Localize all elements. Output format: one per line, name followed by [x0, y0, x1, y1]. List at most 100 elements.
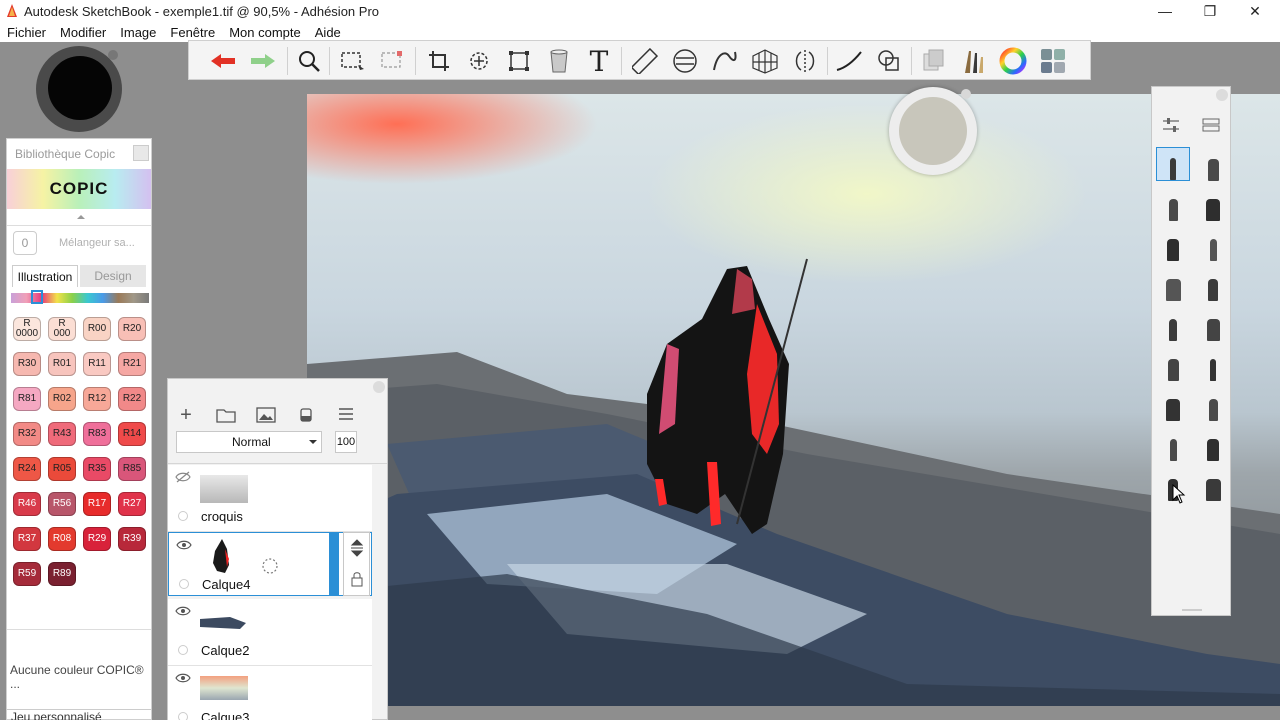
menu-mon-compte[interactable]: Mon compte [222, 22, 308, 42]
copic-swatch[interactable]: R30 [13, 352, 41, 376]
menu-fichier[interactable]: Fichier [0, 22, 53, 42]
brush-preset[interactable] [1156, 387, 1190, 421]
puck-toggle-icon[interactable] [108, 50, 118, 60]
layer-select-radio[interactable] [178, 712, 188, 720]
redo-icon[interactable] [249, 47, 277, 75]
drawing-canvas[interactable] [307, 94, 1280, 706]
brush-preset[interactable] [1196, 267, 1230, 301]
copic-swatch[interactable]: R85 [118, 457, 146, 481]
layer-select-radio[interactable] [178, 511, 188, 521]
brush-preset[interactable] [1156, 347, 1190, 381]
menu-fenetre[interactable]: Fenêtre [163, 22, 222, 42]
copic-swatch[interactable]: R89 [48, 562, 76, 586]
symmetry-icon[interactable] [791, 47, 819, 75]
crop-icon[interactable] [425, 47, 453, 75]
color-family-selector[interactable] [31, 290, 43, 304]
zoom-icon[interactable] [295, 47, 323, 75]
eye-hidden-icon[interactable] [175, 471, 191, 483]
copic-swatch[interactable]: R12 [83, 387, 111, 411]
brush-preset[interactable] [1156, 227, 1190, 261]
brush-library-list-icon[interactable] [1202, 117, 1220, 133]
brush-preset[interactable] [1196, 307, 1230, 341]
brush-library-icon[interactable] [959, 47, 987, 75]
copic-swatch[interactable]: R29 [83, 527, 111, 551]
perspective-icon[interactable] [751, 47, 779, 75]
copic-swatch[interactable]: R46 [13, 492, 41, 516]
brush-preset-selected[interactable] [1156, 147, 1190, 181]
brush-preset[interactable] [1156, 307, 1190, 341]
brush-properties-icon[interactable] [1162, 117, 1180, 133]
copic-swatch[interactable]: R24 [13, 457, 41, 481]
brush-preset[interactable] [1196, 347, 1230, 381]
copic-swatch[interactable]: R56 [48, 492, 76, 516]
brush-preset[interactable] [1196, 427, 1230, 461]
add-group-icon[interactable] [216, 407, 236, 426]
custom-set-label[interactable]: Jeu personnalisé [7, 709, 151, 720]
copic-swatch[interactable]: R00 [83, 317, 111, 341]
copic-swatch[interactable]: R35 [83, 457, 111, 481]
copic-swatch[interactable]: R01 [48, 352, 76, 376]
clear-layer-icon[interactable] [298, 407, 314, 426]
menu-image[interactable]: Image [113, 22, 163, 42]
brush-preset[interactable] [1156, 427, 1190, 461]
copic-swatch[interactable]: R17 [83, 492, 111, 516]
color-wheel-icon[interactable] [999, 47, 1027, 75]
brush-preset[interactable] [1156, 267, 1190, 301]
copic-swatch[interactable]: R11 [83, 352, 111, 376]
color-puck[interactable] [36, 46, 122, 132]
copic-swatch[interactable]: R14 [118, 422, 146, 446]
restore-button[interactable]: ❐ [1187, 0, 1233, 22]
mixer-label[interactable]: Mélangeur sa... [59, 237, 135, 249]
layer-opacity-bar[interactable] [329, 533, 339, 595]
add-layer-icon[interactable]: + [176, 404, 196, 426]
copic-swatch[interactable]: R27 [118, 492, 146, 516]
panel-close-icon[interactable] [1216, 89, 1228, 101]
mixer-count[interactable]: 0 [13, 231, 37, 255]
add-image-icon[interactable] [256, 407, 276, 426]
copic-swatch[interactable]: R81 [13, 387, 41, 411]
brush-preset[interactable] [1196, 227, 1230, 261]
layer-select-radio[interactable] [178, 645, 188, 655]
tab-illustration[interactable]: Illustration [12, 265, 78, 287]
ruler-icon[interactable] [631, 47, 659, 75]
copic-swatch[interactable]: R08 [48, 527, 76, 551]
collapse-caret-icon[interactable] [77, 215, 85, 219]
minimize-button[interactable]: — [1142, 0, 1188, 22]
layer-select-radio[interactable] [179, 579, 189, 589]
distort-icon[interactable] [505, 47, 533, 75]
resize-handle[interactable] [1182, 609, 1202, 611]
text-icon[interactable]: T [585, 45, 613, 78]
panel-close-icon[interactable] [373, 381, 385, 393]
french-curve-icon[interactable] [711, 47, 739, 75]
menu-modifier[interactable]: Modifier [53, 22, 113, 42]
brush-preset[interactable] [1196, 147, 1230, 181]
copic-swatch[interactable]: R22 [118, 387, 146, 411]
brush-preset[interactable] [1196, 467, 1230, 501]
tab-design[interactable]: Design [80, 265, 146, 287]
eye-icon[interactable] [175, 605, 191, 617]
copic-swatch[interactable]: R59 [13, 562, 41, 586]
menu-aide[interactable]: Aide [308, 22, 348, 42]
close-button[interactable]: ✕ [1232, 0, 1278, 22]
layer-row[interactable]: croquis [168, 465, 372, 532]
blend-mode-select[interactable]: Normal [176, 431, 322, 453]
copic-swatch[interactable]: R21 [118, 352, 146, 376]
layer-row[interactable]: Calque3 [168, 666, 372, 720]
shape-icon[interactable] [875, 47, 903, 75]
copic-swatch[interactable]: R39 [118, 527, 146, 551]
ellipse-guide-icon[interactable] [671, 47, 699, 75]
copic-swatch[interactable]: R83 [83, 422, 111, 446]
copic-swatch[interactable]: R32 [13, 422, 41, 446]
transform-icon[interactable] [465, 47, 493, 75]
select-icon[interactable] [379, 47, 407, 75]
copic-swatch[interactable]: R 0000 [13, 317, 41, 341]
copic-swatch[interactable]: R37 [13, 527, 41, 551]
copic-swatch[interactable]: R 000 [48, 317, 76, 341]
eye-icon[interactable] [176, 539, 192, 551]
lock-icon[interactable] [350, 571, 364, 587]
copy-icon[interactable] [919, 47, 947, 75]
color-puck-secondary[interactable] [889, 87, 977, 175]
undo-icon[interactable] [209, 47, 237, 75]
layer-menu-icon[interactable] [338, 407, 354, 424]
copic-swatch[interactable]: R02 [48, 387, 76, 411]
